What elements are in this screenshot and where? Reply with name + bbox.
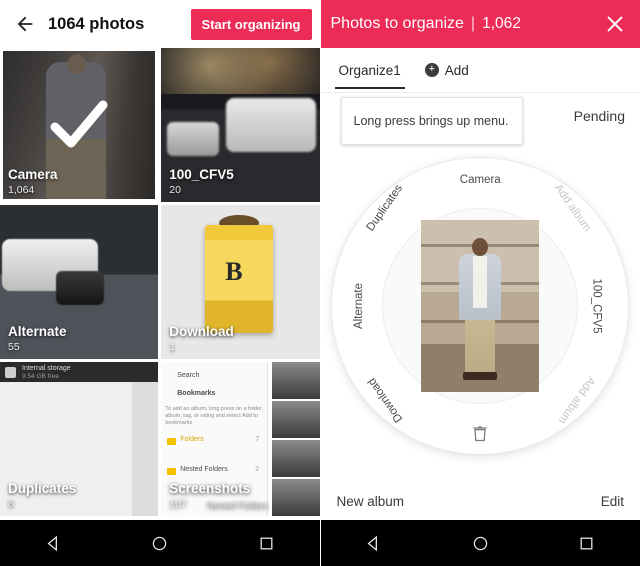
organize-title: Photos to organize (330, 15, 464, 32)
right-navigation-bar (320, 520, 640, 566)
plus-circle-icon: + (424, 63, 439, 77)
photos-count: 1,062 (482, 15, 521, 32)
photo-figure-shoes (463, 372, 498, 380)
thumb-folders-count: 7 (255, 436, 260, 443)
pending-label[interactable]: Pending (574, 108, 625, 124)
page-title: 1064 photos (48, 14, 145, 33)
photo-figure-legs (465, 318, 496, 374)
title-divider: | (470, 15, 476, 32)
album-tile-camera[interactable]: Camera 1,064 (0, 48, 159, 202)
wheel-label-100-cfv5[interactable]: 100_CFV5 (591, 279, 603, 334)
thumb-bookmarks-label: Bookmarks (177, 390, 216, 397)
tab-bar: Organize1 + Add (320, 48, 640, 93)
left-navigation-bar (0, 520, 320, 566)
tab-organize1[interactable]: Organize1 (334, 52, 406, 89)
organize-wheel[interactable]: Camera Add album 100_CFV5 Add album Down… (332, 158, 629, 454)
storage-title: Internal storage (22, 365, 71, 372)
album-count: 20 (169, 184, 181, 196)
screenshot-root: 1064 photos Start organizing Camera 1,06… (0, 0, 640, 566)
thumb-folders-label: Folders (180, 436, 204, 443)
add-tab-button[interactable]: + Add (424, 62, 469, 78)
album-count: 1,064 (8, 184, 35, 196)
album-label: Screenshots (169, 481, 251, 496)
back-arrow-icon[interactable] (8, 7, 42, 41)
album-tile-screenshots[interactable]: Search Bookmarks To add an album, long p… (161, 362, 320, 516)
photo-car (225, 98, 316, 152)
photo-figure-shirt (473, 256, 488, 308)
album-label: Duplicates (8, 481, 77, 496)
album-tile-duplicates[interactable]: Internal storage 9.54 GB free Duplicates… (0, 362, 159, 516)
circle-home-icon[interactable] (472, 535, 489, 552)
right-screen: Photos to organize | 1,062 Organize1 + A… (320, 0, 640, 566)
album-label: Camera (8, 167, 58, 182)
trash-icon[interactable] (470, 422, 490, 444)
folder-icon (167, 438, 177, 445)
photo-car-secondary (167, 122, 220, 156)
hint-card: Long press brings up menu. (340, 97, 523, 145)
square-recents-icon[interactable] (578, 535, 595, 552)
album-label: Download (169, 324, 234, 339)
wheel-label-camera[interactable]: Camera (460, 174, 501, 186)
thumb-search-label: Search (177, 372, 200, 379)
thumb-side-panel (132, 382, 159, 516)
circle-home-icon[interactable] (151, 535, 168, 552)
new-album-button[interactable]: New album (337, 494, 405, 509)
triangle-back-icon[interactable] (45, 535, 62, 552)
add-tab-label: Add (444, 62, 469, 78)
album-tile-alternate[interactable]: Alternate 55 (0, 205, 159, 359)
album-count: 55 (8, 341, 20, 353)
storage-icon (5, 367, 16, 378)
album-count: 8 (8, 498, 14, 510)
left-screen: 1064 photos Start organizing Camera 1,06… (0, 0, 321, 566)
album-count: 1 (169, 341, 176, 353)
checkmark-icon (47, 93, 111, 157)
thumb-nested-count: 2 (255, 466, 260, 473)
album-grid: Camera 1,064 100_CFV5 20 Alternate 55 B … (0, 48, 320, 516)
photo-figure-head (472, 238, 489, 256)
square-recents-icon[interactable] (258, 535, 275, 552)
thumb-nested-label: Nested Folders (180, 466, 228, 473)
wheel-footer: New album Edit (320, 482, 640, 520)
photo-figure-head (68, 54, 86, 74)
close-icon[interactable] (600, 9, 630, 39)
photo-package-letter: B (225, 257, 243, 286)
album-tile-download[interactable]: B Download 1 (161, 205, 320, 359)
photo-lights (161, 48, 320, 94)
triangle-back-icon[interactable] (365, 535, 382, 552)
album-label: 100_CFV5 (169, 167, 234, 182)
wheel-label-alternate[interactable]: Alternate (353, 283, 365, 329)
folder-icon-nested (167, 468, 177, 475)
thumb-photo-strip (271, 362, 320, 516)
album-tile-100-cfv5[interactable]: 100_CFV5 20 (161, 48, 320, 202)
right-appbar: Photos to organize | 1,062 (320, 0, 640, 48)
album-label: Alternate (8, 324, 67, 339)
edit-button[interactable]: Edit (601, 494, 624, 509)
left-appbar: 1064 photos Start organizing (0, 0, 320, 48)
current-photo[interactable] (421, 220, 540, 392)
album-extra-label: Nested Folders (207, 500, 269, 510)
thumb-bookmarks-hint: To add an album, long press on a folder,… (165, 406, 264, 426)
storage-free: 9.54 GB free (22, 373, 59, 380)
photo-bike (56, 271, 104, 305)
album-count: 107 (169, 498, 187, 510)
start-organizing-button[interactable]: Start organizing (190, 8, 312, 40)
